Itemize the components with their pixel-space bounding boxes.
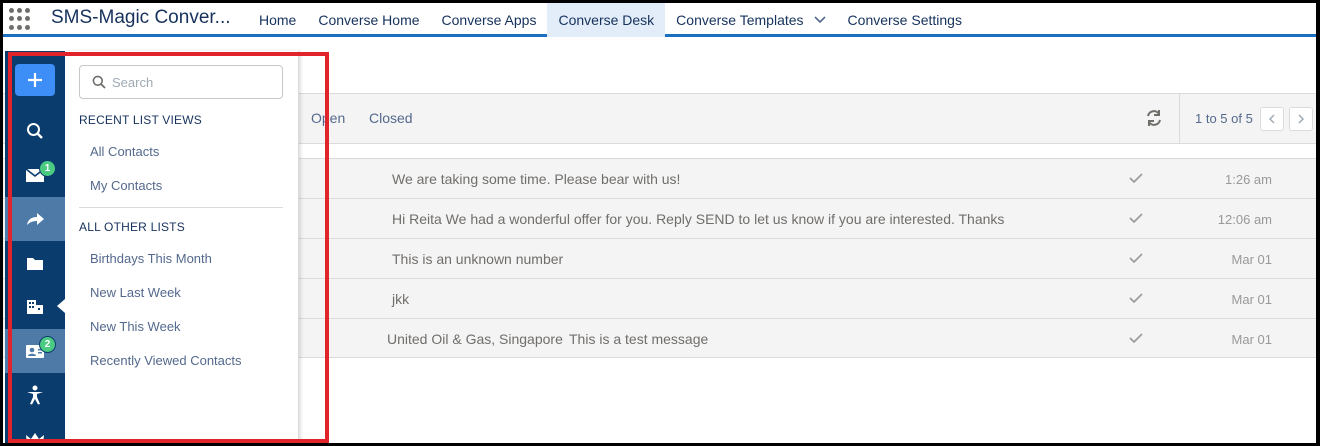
next-page-button[interactable] bbox=[1289, 107, 1313, 131]
message-time: Mar 01 bbox=[1231, 292, 1272, 307]
rail-people[interactable] bbox=[5, 373, 65, 417]
nav-tab-converse-settings[interactable]: Converse Settings bbox=[837, 3, 973, 37]
search-input[interactable] bbox=[112, 66, 278, 98]
crown-icon bbox=[26, 433, 44, 443]
section-divider bbox=[79, 207, 283, 208]
list-view-new-this-week[interactable]: New This Week bbox=[90, 319, 181, 334]
previous-page-button[interactable] bbox=[1260, 107, 1284, 131]
chevron-down-icon[interactable] bbox=[813, 16, 826, 24]
check-icon bbox=[1129, 291, 1143, 305]
contacts-badge: 2 bbox=[39, 336, 56, 353]
app-window: SMS-Magic Conver... Home Converse Home C… bbox=[3, 3, 1316, 443]
message-text: jkk bbox=[392, 291, 410, 307]
nav-tab-converse-templates[interactable]: Converse Templates bbox=[665, 3, 836, 37]
toolbar-divider bbox=[1179, 94, 1180, 144]
message-text: Hi Reita We had a wonderful offer for yo… bbox=[392, 211, 1005, 227]
global-nav-bar: SMS-Magic Conver... Home Converse Home C… bbox=[3, 3, 1316, 37]
app-launcher-icon[interactable] bbox=[9, 8, 31, 30]
rail-crown[interactable] bbox=[5, 417, 65, 443]
nav-tab-home[interactable]: Home bbox=[248, 3, 307, 37]
rail-search[interactable] bbox=[5, 109, 65, 153]
building-icon bbox=[27, 300, 43, 314]
new-conversation-button[interactable] bbox=[15, 64, 55, 96]
nav-tab-converse-apps[interactable]: Converse Apps bbox=[431, 3, 548, 37]
search-field[interactable] bbox=[79, 65, 283, 99]
all-other-lists-title: ALL OTHER LISTS bbox=[79, 220, 185, 234]
rail-files[interactable] bbox=[5, 241, 65, 285]
rail-messages[interactable]: 1 bbox=[5, 153, 65, 197]
list-view-birthdays-this-month[interactable]: Birthdays This Month bbox=[90, 251, 212, 266]
message-time: 12:06 am bbox=[1217, 212, 1272, 227]
rail-contacts[interactable]: 2 bbox=[5, 329, 65, 373]
check-icon bbox=[1129, 251, 1143, 265]
check-icon bbox=[1129, 171, 1143, 185]
tab-closed[interactable]: Closed bbox=[369, 110, 413, 126]
unread-badge: 1 bbox=[39, 160, 56, 177]
message-time: Mar 01 bbox=[1231, 332, 1272, 347]
message-contact: United Oil & Gas, Singapore bbox=[387, 331, 563, 347]
nav-tab-label: Converse Apps bbox=[441, 12, 537, 28]
check-icon bbox=[1129, 211, 1143, 225]
nav-tab-label: Converse Templates bbox=[676, 12, 804, 28]
nav-tab-label: Converse Home bbox=[318, 12, 420, 28]
nav-tab-converse-home[interactable]: Converse Home bbox=[307, 3, 430, 37]
list-view-all-contacts[interactable]: All Contacts bbox=[90, 144, 159, 159]
nav-tab-label: Home bbox=[259, 12, 297, 28]
app-name: SMS-Magic Conver... bbox=[51, 7, 231, 28]
check-icon bbox=[1129, 331, 1143, 345]
list-view-my-contacts[interactable]: My Contacts bbox=[90, 178, 162, 193]
message-text: This is an unknown number bbox=[392, 251, 564, 267]
nav-tabs: Home Converse Home Converse Apps Convers… bbox=[248, 3, 973, 37]
person-icon bbox=[27, 385, 43, 405]
list-view-recently-viewed-contacts[interactable]: Recently Viewed Contacts bbox=[90, 353, 242, 368]
chevron-left-icon bbox=[1268, 114, 1275, 124]
search-icon bbox=[27, 123, 43, 139]
list-views-panel: RECENT LIST VIEWS All Contacts My Contac… bbox=[65, 51, 299, 443]
search-icon bbox=[92, 75, 106, 89]
nav-tab-converse-desk[interactable]: Converse Desk bbox=[547, 3, 666, 37]
refresh-icon[interactable] bbox=[1144, 108, 1164, 128]
list-view-new-last-week[interactable]: New Last Week bbox=[90, 285, 181, 300]
folder-icon bbox=[27, 258, 43, 270]
message-text: We are taking some time. Please bear wit… bbox=[392, 171, 681, 187]
share-arrow-icon bbox=[27, 213, 44, 225]
rail-active-pointer bbox=[57, 299, 65, 313]
message-time: 1:26 am bbox=[1225, 172, 1272, 187]
pagination-info: 1 to 5 of 5 bbox=[1195, 111, 1253, 126]
nav-tab-label: Converse Desk bbox=[558, 12, 655, 28]
message-time: Mar 01 bbox=[1231, 252, 1272, 267]
chevron-right-icon bbox=[1298, 114, 1305, 124]
utility-rail: 1 2 bbox=[5, 51, 65, 443]
rail-accounts[interactable] bbox=[5, 285, 65, 329]
rail-conversations[interactable] bbox=[5, 197, 65, 241]
recent-list-views-title: RECENT LIST VIEWS bbox=[79, 113, 202, 127]
nav-tab-label: Converse Settings bbox=[847, 12, 962, 28]
plus-icon bbox=[28, 73, 42, 87]
message-text: This is a test message bbox=[569, 331, 709, 347]
tab-open[interactable]: Open bbox=[311, 110, 345, 126]
